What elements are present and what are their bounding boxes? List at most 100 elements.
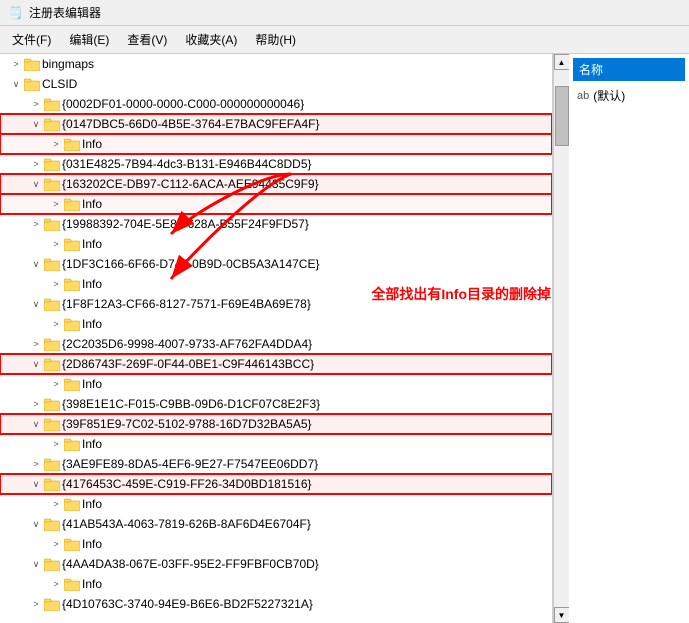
tree-label-163202CE_Info: Info [82,195,102,213]
scroll-down-btn[interactable]: ▼ [554,607,570,623]
tree-node-39F851E9_Info[interactable]: > Info [0,434,552,454]
menu-item-f[interactable]: 文件(F) [4,28,59,51]
expander-4AA4DA38_Info[interactable]: > [48,576,64,592]
expander-163202CE[interactable]: ∨ [28,176,44,192]
tree-node-4AA4DA38_Info[interactable]: > Info [0,574,552,594]
folder-icon-0147DBC5 [44,117,62,131]
tree-node-39F851E9[interactable]: ∨ {39F851E9-7C02-5102-9788-16D7D32BA5A5} [0,414,552,434]
tree-node-2D86743F[interactable]: ∨ {2D86743F-269F-0F44-0BE1-C9F446143BCC} [0,354,552,374]
tree-node-2C2035D6[interactable]: > {2C2035D6-9998-4007-9733-AF762FA4DDA4} [0,334,552,354]
expander-clsid[interactable]: ∨ [8,76,24,92]
default-value-label: (默认) [593,87,625,104]
tree-label-1F8F12A3: {1F8F12A3-CF66-8127-7571-F69E4BA69E78} [62,295,311,313]
tree-node-2D86743F_Info[interactable]: > Info [0,374,552,394]
expander-2D86743F[interactable]: ∨ [28,356,44,372]
folder-icon-19988392_Info [64,237,82,251]
expander-398E1E1C[interactable]: > [28,396,44,412]
expander-1DF3C166_Info[interactable]: > [48,276,64,292]
folder-icon-19988392 [44,217,62,231]
expander-19988392[interactable]: > [28,216,44,232]
tree-node-0002DF01[interactable]: > {0002DF01-0000-0000-C000-000000000046} [0,94,552,114]
menu-item-h[interactable]: 帮助(H) [247,28,304,51]
tree-node-163202CE[interactable]: ∨ {163202CE-DB97-C112-6ACA-AEE94435C9F9} [0,174,552,194]
expander-0147DBC5[interactable]: ∨ [28,116,44,132]
expander-41AB543A[interactable]: ∨ [28,516,44,532]
scroll-up-btn[interactable]: ▲ [554,54,570,70]
tree-label-39F851E9: {39F851E9-7C02-5102-9788-16D7D32BA5A5} [62,415,312,433]
expander-0002DF01[interactable]: > [28,96,44,112]
tree-node-1DF3C166[interactable]: ∨ {1DF3C166-6F66-D747-0B9D-0CB5A3A147CE} [0,254,552,274]
tree-node-41AB543A_Info[interactable]: > Info [0,534,552,554]
tree-node-bingmaps[interactable]: > bingmaps [0,54,552,74]
app-icon: 🗒️ [8,6,23,20]
tree-node-4176453C[interactable]: ∨ {4176453C-459E-C919-FF26-34D0BD181516} [0,474,552,494]
tree-node-3AE9FE89[interactable]: > {3AE9FE89-8DA5-4EF6-9E27-F7547EE06DD7} [0,454,552,474]
folder-icon-2C2035D6 [44,337,62,351]
folder-icon-1DF3C166 [44,257,62,271]
tree-node-clsid[interactable]: ∨ CLSID [0,74,552,94]
expander-0147DBC5_Info[interactable]: > [48,136,64,152]
folder-icon-39F851E9 [44,417,62,431]
tree-label-1DF3C166: {1DF3C166-6F66-D747-0B9D-0CB5A3A147CE} [62,255,319,273]
expander-1F8F12A3_Info[interactable]: > [48,316,64,332]
expander-bingmaps[interactable]: > [8,56,24,72]
folder-icon-2D86743F [44,357,62,371]
expander-39F851E9[interactable]: ∨ [28,416,44,432]
expander-41AB543A_Info[interactable]: > [48,536,64,552]
tree-node-4AA4DA38[interactable]: ∨ {4AA4DA38-067E-03FF-95E2-FF9FBF0CB70D} [0,554,552,574]
tree-label-031E4825: {031E4825-7B94-4dc3-B131-E946B44C8DD5} [62,155,312,173]
tree-node-0147DBC5[interactable]: ∨ {0147DBC5-66D0-4B5E-3764-E7BAC9FEFA4F} [0,114,552,134]
menu-item-v[interactable]: 查看(V) [119,28,175,51]
main-content: > bingmaps∨ CLSID> {0002DF01-0000-0000-C… [0,54,689,623]
tree-panel[interactable]: > bingmaps∨ CLSID> {0002DF01-0000-0000-C… [0,54,553,623]
window-title: 注册表编辑器 [29,4,101,21]
scroll-thumb[interactable] [555,86,569,146]
tree-node-19988392_Info[interactable]: > Info [0,234,552,254]
tree-node-0147DBC5_Info[interactable]: > Info [0,134,552,154]
expander-1DF3C166[interactable]: ∨ [28,256,44,272]
scrollbar[interactable]: ▲ ▼ [553,54,569,623]
tree-node-031E4825[interactable]: > {031E4825-7B94-4dc3-B131-E946B44C8DD5} [0,154,552,174]
expander-1F8F12A3[interactable]: ∨ [28,296,44,312]
tree-node-41AB543A[interactable]: ∨ {41AB543A-4063-7819-626B-8AF6D4E6704F} [0,514,552,534]
tree-label-19988392_Info: Info [82,235,102,253]
tree-label-41AB543A_Info: Info [82,535,102,553]
tree-node-1F8F12A3[interactable]: ∨ {1F8F12A3-CF66-8127-7571-F69E4BA69E78} [0,294,552,314]
folder-icon-4D10763C [44,597,62,611]
menu-bar: 文件(F)编辑(E)查看(V)收藏夹(A)帮助(H) [0,26,689,54]
right-panel-default-item: ab (默认) [573,85,685,106]
expander-3AE9FE89[interactable]: > [28,456,44,472]
tree-label-2D86743F: {2D86743F-269F-0F44-0BE1-C9F446143BCC} [62,355,314,373]
folder-icon-3AE9FE89 [44,457,62,471]
folder-icon-4AA4DA38_Info [64,577,82,591]
expander-4AA4DA38[interactable]: ∨ [28,556,44,572]
expander-4D10763C[interactable]: > [28,596,44,612]
menu-item-a[interactable]: 收藏夹(A) [177,28,245,51]
folder-icon-4176453C_Info [64,497,82,511]
tree-node-4D10763C[interactable]: > {4D10763C-3740-94E9-B6E6-BD2F5227321A} [0,594,552,614]
tree-label-19988392: {19988392-704E-5E84-628A-B55F24F9FD57} [62,215,309,233]
expander-163202CE_Info[interactable]: > [48,196,64,212]
folder-icon-41AB543A_Info [64,537,82,551]
tree-label-39F851E9_Info: Info [82,435,102,453]
right-panel-header: 名称 [573,58,685,81]
tree-label-4176453C: {4176453C-459E-C919-FF26-34D0BD181516} [62,475,312,493]
expander-4176453C[interactable]: ∨ [28,476,44,492]
expander-031E4825[interactable]: > [28,156,44,172]
tree-node-1DF3C166_Info[interactable]: > Info [0,274,552,294]
tree-label-163202CE: {163202CE-DB97-C112-6ACA-AEE94435C9F9} [62,175,319,193]
expander-39F851E9_Info[interactable]: > [48,436,64,452]
folder-icon-163202CE [44,177,62,191]
expander-19988392_Info[interactable]: > [48,236,64,252]
folder-icon-41AB543A [44,517,62,531]
expander-2C2035D6[interactable]: > [28,336,44,352]
tree-node-163202CE_Info[interactable]: > Info [0,194,552,214]
expander-2D86743F_Info[interactable]: > [48,376,64,392]
tree-node-19988392[interactable]: > {19988392-704E-5E84-628A-B55F24F9FD57} [0,214,552,234]
tree-node-398E1E1C[interactable]: > {398E1E1C-F015-C9BB-09D6-D1CF07C8E2F3} [0,394,552,414]
tree-node-4176453C_Info[interactable]: > Info [0,494,552,514]
expander-4176453C_Info[interactable]: > [48,496,64,512]
menu-item-e[interactable]: 编辑(E) [61,28,117,51]
folder-icon-398E1E1C [44,397,62,411]
tree-node-1F8F12A3_Info[interactable]: > Info [0,314,552,334]
